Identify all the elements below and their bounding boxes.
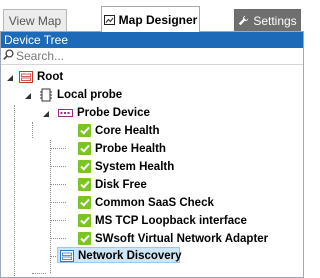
check-icon [78,178,91,191]
tree-node-label: System Health [95,160,175,173]
app-window: View Map Map Designer Settings Device Tr… [0,0,304,278]
tree-node-label: Root [37,70,64,83]
check-icon [78,124,91,137]
tree-node-local-probe[interactable]: Local probe [39,86,122,103]
check-icon [78,214,91,227]
tree-node-network-discovery[interactable]: Network Discovery [60,247,182,264]
tree-node-sensor[interactable]: Common SaaS Check [78,194,214,211]
device-tree: Root Local probe Probe Device Core Healt… [1,65,303,276]
wrench-icon [238,15,249,26]
device-tree-panel: Device Tree Search... Root Local probe P… [0,31,304,278]
tree-connector [32,122,33,138]
tree-node-label: SWsoft Virtual Network Adapter [95,232,269,245]
search-icon [3,49,14,63]
group-icon [60,249,74,262]
tree-connector [50,140,51,273]
tree-node-sensor[interactable]: Core Health [78,122,160,139]
tree-node-sensor[interactable]: Disk Free [78,176,147,193]
tree-node-label: Common SaaS Check [95,196,214,209]
check-icon [78,160,91,173]
device-icon [58,108,73,118]
tree-node-label: MS TCP Loopback interface [95,214,247,227]
check-icon [78,196,91,209]
group-icon [19,70,33,83]
collapse-icon[interactable] [5,73,14,82]
tree-connector [50,238,66,239]
tab-settings-label: Settings [253,13,297,28]
tree-node-root[interactable]: Root [19,68,63,85]
tree-connector [50,148,66,149]
tab-strip: View Map Map Designer Settings [0,0,304,32]
probe-icon [39,88,53,102]
collapse-icon[interactable] [41,109,50,118]
tree-node-probe-device[interactable]: Probe Device [58,104,150,121]
tree-connector [32,273,46,274]
map-icon [103,14,115,25]
tree-node-label: Local probe [57,88,123,101]
check-icon [78,142,91,155]
tree-connector [50,184,66,185]
tree-node-sensor[interactable]: Probe Health [78,140,166,157]
tree-node-label: Probe Device [77,106,150,119]
tree-node-label: Probe Health [95,142,166,155]
collapse-icon[interactable] [23,91,32,100]
tree-node-sensor[interactable]: System Health [78,158,174,175]
search-bar [1,48,303,65]
search-input[interactable] [14,49,284,63]
tree-connector [50,220,66,221]
check-icon [78,232,91,245]
tree-node-label: Network Discovery [78,249,182,262]
tab-view-map-label: View Map [8,13,62,28]
tree-node-label: Disk Free [95,178,147,191]
tree-connector [50,166,66,167]
tree-connector [14,105,15,121]
tree-node-label: Core Health [95,124,160,137]
tree-connector [50,202,66,203]
tree-node-sensor[interactable]: SWsoft Virtual Network Adapter [78,230,268,247]
tree-node-sensor[interactable]: MS TCP Loopback interface [78,212,247,229]
tab-view-map[interactable]: View Map [3,9,67,31]
tab-settings[interactable]: Settings [234,9,301,31]
panel-title: Device Tree [1,32,303,48]
tree-connector [14,121,15,276]
tab-map-designer-label: Map Designer [118,12,198,27]
tab-map-designer[interactable]: Map Designer [101,6,200,32]
